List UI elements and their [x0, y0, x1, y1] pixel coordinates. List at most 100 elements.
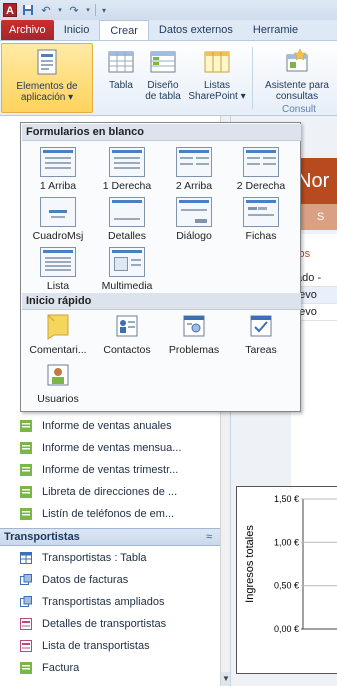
report-icon — [20, 464, 32, 476]
form-template-icon — [109, 147, 145, 177]
y-axis-label: Ingresos totales — [244, 525, 256, 603]
undo-icon[interactable]: ↶ — [39, 3, 53, 17]
nav-item-label: Listín de teléfonos de em... — [42, 508, 175, 520]
form-template-icon — [40, 147, 76, 177]
nav-item-informe-ventas-trimestrales[interactable]: Informe de ventas trimestr... — [0, 460, 220, 480]
quick-problemas[interactable]: Problemas — [161, 309, 227, 359]
gallery-item-label: Tareas — [245, 344, 277, 356]
query-wizard-label: Asistente para consultas — [265, 80, 329, 102]
nav-item-informe-ventas-mensuales[interactable]: Informe de ventas mensua... — [0, 438, 220, 458]
nav-item-label: Transportistas : Tabla — [42, 552, 147, 564]
usuarios-icon — [40, 360, 76, 390]
nav-item-factura[interactable]: Factura — [0, 658, 220, 678]
nav-item-listin-telefonos[interactable]: Listín de teléfonos de em... — [0, 504, 220, 524]
form-template-icon — [109, 247, 145, 277]
toolbar-separator — [95, 4, 96, 16]
form-template-icon — [176, 147, 212, 177]
form-2-arriba[interactable]: 2 Arriba — [161, 145, 227, 195]
customize-toolbar-icon[interactable]: ▾ — [100, 3, 108, 17]
form-2-derecha[interactable]: 2 Derecha — [228, 145, 294, 195]
y-tick-label: 1,00 € — [274, 537, 299, 547]
tab-crear[interactable]: Crear — [99, 20, 149, 40]
ribbon-group-separator — [252, 47, 253, 109]
table-design-button[interactable]: Diseño de tabla — [141, 43, 185, 113]
nav-item-label: Informe de ventas mensua... — [42, 442, 182, 454]
tab-herramientas[interactable]: Herramie — [243, 20, 308, 40]
tab-inicio[interactable]: Inicio — [54, 20, 100, 40]
nav-item-informe-ventas-anuales[interactable]: Informe de ventas anuales — [0, 416, 220, 436]
nav-item-label: Informe de ventas trimestr... — [42, 464, 179, 476]
form-lista[interactable]: Lista — [25, 245, 91, 295]
save-icon[interactable] — [21, 3, 35, 17]
report-icon — [20, 442, 32, 454]
form-1-arriba[interactable]: 1 Arriba — [25, 145, 91, 195]
form-icon — [20, 640, 32, 652]
revenue-chart: Ingresos totales 1,50 € 1,00 € 0,50 € 0,00 € — [244, 494, 337, 634]
form-1-derecha[interactable]: 1 Derecha — [94, 145, 160, 195]
app-parts-button[interactable]: Elementos de aplicación ▾ — [1, 43, 93, 113]
tab-datos-externos[interactable]: Datos externos — [149, 20, 243, 40]
y-tick-label: 1,50 € — [274, 494, 299, 504]
quick-comentarios[interactable]: Comentari... — [25, 309, 91, 359]
table-icon — [106, 47, 136, 77]
form-template-icon — [176, 197, 212, 227]
nav-group-label: Transportistas — [4, 531, 80, 543]
tareas-icon — [243, 311, 279, 341]
collapse-group-icon[interactable]: ≈ — [206, 529, 212, 545]
redo-dropdown-icon[interactable]: ▾ — [85, 3, 91, 17]
quick-tareas[interactable]: Tareas — [228, 309, 294, 359]
form-multimedia[interactable]: Multimedia — [94, 245, 160, 295]
quick-contactos[interactable]: Contactos — [94, 309, 160, 359]
nav-item-transportistas-tabla[interactable]: Transportistas : Tabla — [0, 548, 220, 568]
problemas-icon — [176, 311, 212, 341]
sharepoint-lists-button[interactable]: Listas SharePoint ▾ — [187, 43, 247, 113]
redo-icon[interactable]: ↷ — [67, 3, 81, 17]
y-tick-label: 0,00 € — [274, 624, 299, 634]
query-wizard-icon — [282, 47, 312, 77]
form-cuadromsj[interactable]: CuadroMsj — [25, 195, 91, 245]
sharepoint-lists-label: Listas SharePoint ▾ — [188, 80, 246, 102]
nav-item-libreta-direcciones[interactable]: Libreta de direcciones de ... — [0, 482, 220, 502]
gallery-item-label: Multimedia — [101, 280, 153, 292]
query-icon — [20, 574, 32, 586]
y-tick-label: 0,50 € — [274, 581, 299, 591]
nav-item-label: Detalles de transportistas — [42, 618, 167, 630]
gallery-item-label: Detalles — [108, 230, 146, 242]
nav-item-label: Transportistas ampliados — [42, 596, 165, 608]
nav-item-label: Factura — [42, 662, 80, 674]
sharepoint-lists-icon — [202, 47, 232, 77]
nav-item-label: Lista de transportistas — [42, 640, 150, 652]
nav-item-lista-transportistas[interactable]: Lista de transportistas — [0, 636, 220, 656]
table-button[interactable]: Tabla — [104, 43, 138, 113]
gallery-item-label: Contactos — [103, 344, 151, 356]
form-template-icon — [40, 247, 76, 277]
app-parts-icon — [32, 48, 62, 78]
query-icon — [20, 596, 32, 608]
query-wizard-button[interactable]: Asistente para consultas — [258, 43, 336, 113]
nav-group-transportistas[interactable]: Transportistas ≈ — [0, 528, 220, 546]
table-icon — [20, 552, 32, 564]
table-label: Tabla — [109, 80, 133, 91]
section-header-quick-start: Inicio rápido — [22, 293, 301, 310]
access-app-icon[interactable]: A — [3, 3, 17, 17]
gallery-item-label: CuadroMsj — [32, 230, 84, 242]
app-parts-dropdown: Formularios en blanco Inicio rápido 1 Ar… — [20, 122, 301, 412]
form-dialogo[interactable]: Diálogo — [161, 195, 227, 245]
form-template-icon — [243, 147, 279, 177]
tab-archivo[interactable]: Archivo — [1, 20, 54, 40]
quick-usuarios[interactable]: Usuarios — [25, 358, 91, 408]
ribbon-body: Elementos de aplicación ▾ Tabla Diseño d… — [0, 40, 337, 116]
form-detalles[interactable]: Detalles — [94, 195, 160, 245]
ribbon-group-consultas: Consult — [282, 104, 316, 115]
nav-item-detalles-transportistas[interactable]: Detalles de transportistas — [0, 614, 220, 634]
nav-item-transportistas-ampliados[interactable]: Transportistas ampliados — [0, 592, 220, 612]
form-fichas[interactable]: Fichas — [228, 195, 294, 245]
app-parts-label: Elementos de aplicación ▾ — [16, 81, 78, 103]
nav-item-datos-facturas[interactable]: Datos de facturas — [0, 570, 220, 590]
form-icon — [20, 618, 32, 630]
gallery-item-label: 2 Arriba — [175, 180, 213, 192]
undo-dropdown-icon[interactable]: ▾ — [57, 3, 63, 17]
gallery-item-label: Usuarios — [37, 393, 79, 405]
section-header-blank-forms: Formularios en blanco — [22, 124, 301, 141]
nav-item-label: Libreta de direcciones de ... — [42, 486, 178, 498]
